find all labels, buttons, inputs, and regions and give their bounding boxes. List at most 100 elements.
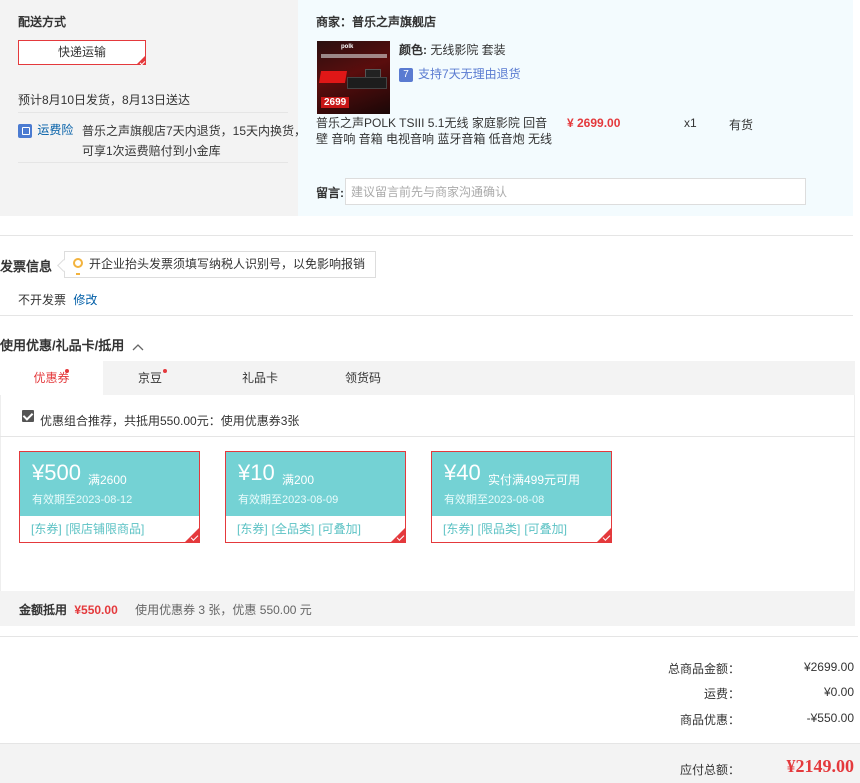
coupon-tags: [东券] [全品类] [可叠加] xyxy=(237,520,365,537)
discount-value: -¥550.00 xyxy=(806,711,854,725)
tab-label: 优惠券 xyxy=(33,371,70,385)
express-shipping-button[interactable]: 快递运输 xyxy=(18,40,146,65)
coupon-tag: [东券] xyxy=(31,522,62,536)
product-title-line1: 普乐之声POLK TSIII 5.1无线 家庭影院 回音 xyxy=(316,116,548,130)
product-price: ¥ 2699.00 xyxy=(567,116,621,130)
shipping-panel xyxy=(0,0,298,216)
color-value: 无线影院 套装 xyxy=(430,43,506,57)
product-image[interactable]: polk 2699 xyxy=(317,41,390,114)
tab-coupons[interactable]: 优惠券 xyxy=(0,361,103,395)
selected-check-icon xyxy=(136,55,146,65)
coupon-tag: [限品类] xyxy=(477,522,521,536)
coupon-condition: 满200 xyxy=(282,473,315,487)
invoice-edit-link[interactable]: 修改 xyxy=(73,293,97,307)
merchant-name: 普乐之声旗舰店 xyxy=(352,15,437,29)
coupon-header: ¥10 满200 有效期至2023-08-09 xyxy=(226,452,405,516)
invoice-title: 发票信息 xyxy=(0,259,53,274)
product-stock: 有货 xyxy=(729,118,754,132)
discount-label: 商品优惠： xyxy=(679,713,740,727)
deduct-label: 金额抵用 xyxy=(19,603,68,617)
recommend-checkbox[interactable] xyxy=(22,410,34,422)
tab-gift-card[interactable]: 礼品卡 xyxy=(210,361,310,395)
return-policy: 7 支持7天无理由退货 xyxy=(399,65,521,82)
coupon-expiry: 有效期至2023-08-12 xyxy=(32,494,133,506)
invoice-tip: 开企业抬头发票须填写纳税人识别号，以免影响报销 xyxy=(64,251,377,278)
coupon-card[interactable]: ¥500 满2600 有效期至2023-08-12 [东券] [限店铺限商品] xyxy=(19,451,200,543)
coupon-tag: [可叠加] xyxy=(524,522,568,536)
shipping-fee-label: 运费： xyxy=(703,687,740,701)
coupon-amount: ¥10 xyxy=(238,460,275,485)
lightbulb-icon xyxy=(73,258,83,275)
selected-check-icon xyxy=(390,527,406,543)
coupon-tag: [全品类] xyxy=(271,522,315,536)
invoice-tip-text: 开企业抬头发票须填写纳税人识别号，以免影响报销 xyxy=(89,257,366,271)
coupon-tag: [可叠加] xyxy=(318,522,362,536)
divider xyxy=(18,162,288,163)
divider xyxy=(0,235,853,236)
product-color: 颜色: 无线影院 套装 xyxy=(399,41,506,58)
divider xyxy=(0,315,853,316)
insurance-label[interactable]: 运费险 xyxy=(37,123,73,137)
coupons-section-toggle[interactable]: 使用优惠/礼品卡/抵用 xyxy=(0,335,144,354)
goods-total-label: 总商品金额： xyxy=(667,662,740,676)
coupons-title: 使用优惠/礼品卡/抵用 xyxy=(0,338,125,353)
merchant-label: 商家： xyxy=(316,15,353,29)
payable-total-value: ¥2149.00 xyxy=(786,756,855,776)
coupon-tags: [东券] [限店铺限商品] xyxy=(31,520,152,537)
coupon-card[interactable]: ¥40 实付满499元可用 有效期至2023-08-08 [东券] [限品类] [可… xyxy=(431,451,612,543)
coupon-header: ¥40 实付满499元可用 有效期至2023-08-08 xyxy=(432,452,611,516)
divider xyxy=(0,436,855,437)
soundbar-graphic xyxy=(347,77,387,89)
product-image-price: 2699 xyxy=(321,97,350,108)
note-label: 留言: xyxy=(316,186,344,200)
tab-label: 领货码 xyxy=(344,371,381,385)
product-title[interactable]: 普乐之声POLK TSIII 5.1无线 家庭影院 回音 壁 音响 音箱 电视音… xyxy=(316,115,553,147)
note-input[interactable] xyxy=(345,178,806,205)
insurance-description: 普乐之声旗舰店7天内退货，15天内换货， 可享1次运费赔付到小金库 xyxy=(82,121,306,161)
deduction-summary: 金额抵用 ¥550.00 使用优惠券 3 张，优惠 550.00 元 xyxy=(19,601,312,618)
coupon-card[interactable]: ¥10 满200 有效期至2023-08-09 [东券] [全品类] [可叠加] xyxy=(225,451,406,543)
merchant-info: 商家：普乐之声旗舰店 xyxy=(316,13,436,30)
selected-check-icon xyxy=(596,527,612,543)
insurance-text-line1: 普乐之声旗舰店7天内退货，15天内换货， xyxy=(82,124,307,138)
product-logo: polk xyxy=(341,44,354,50)
deduct-amount: ¥550.00 xyxy=(74,603,118,617)
delivery-estimate: 预计8月10日发货，8月13日送达 xyxy=(18,93,191,107)
coupon-amount: ¥500 xyxy=(32,460,81,485)
insurance-text-line2: 可享1次运费赔付到小金库 xyxy=(82,144,221,158)
invoice-status: 不开发票 修改 xyxy=(18,291,97,308)
divider xyxy=(0,636,858,637)
product-image-tagline xyxy=(321,54,387,58)
shipping-title: 配送方式 xyxy=(18,15,67,29)
goods-total-value: ¥2699.00 xyxy=(803,660,854,674)
recommend-text: 优惠组合推荐，共抵用550.00元：使用优惠券3张 xyxy=(40,414,300,428)
coupon-header: ¥500 满2600 有效期至2023-08-12 xyxy=(20,452,199,516)
shipping-insurance[interactable]: 运费险 xyxy=(18,121,73,138)
product-image-banner xyxy=(318,71,348,83)
coupon-expiry: 有效期至2023-08-09 xyxy=(238,494,339,506)
coupon-tags: [东券] [限品类] [可叠加] xyxy=(443,520,571,537)
coupon-expiry: 有效期至2023-08-08 xyxy=(444,494,545,506)
deduct-detail: 使用优惠券 3 张，优惠 550.00 元 xyxy=(135,603,312,617)
coupon-tag: [限店铺限商品] xyxy=(65,522,145,536)
coupon-condition: 满2600 xyxy=(88,473,127,487)
coupon-amount: ¥40 xyxy=(444,460,481,485)
seven-day-return-icon: 7 xyxy=(399,67,413,82)
invoice-current: 不开发票 xyxy=(18,293,67,307)
coupon-tag: [东券] xyxy=(443,522,474,536)
coupon-tag: [东券] xyxy=(237,522,268,536)
tab-jingdou[interactable]: 京豆 xyxy=(103,361,197,395)
tab-notification-dot xyxy=(163,369,167,373)
insurance-icon xyxy=(18,123,32,138)
tab-label: 京豆 xyxy=(137,371,162,385)
product-title-line2: 壁 音响 音箱 电视音响 蓝牙音箱 低音炮 无线 xyxy=(316,132,553,146)
coupon-condition: 实付满499元可用 xyxy=(488,473,581,487)
divider xyxy=(18,112,288,113)
selected-check-icon xyxy=(184,527,200,543)
tab-pickup-code[interactable]: 领货码 xyxy=(313,361,413,395)
return-policy-label: 支持7天无理由退货 xyxy=(418,67,521,81)
color-label: 颜色: xyxy=(399,43,427,57)
shipping-fee-value: ¥0.00 xyxy=(823,685,854,699)
product-quantity: x1 xyxy=(684,116,697,130)
tab-label: 礼品卡 xyxy=(241,371,278,385)
